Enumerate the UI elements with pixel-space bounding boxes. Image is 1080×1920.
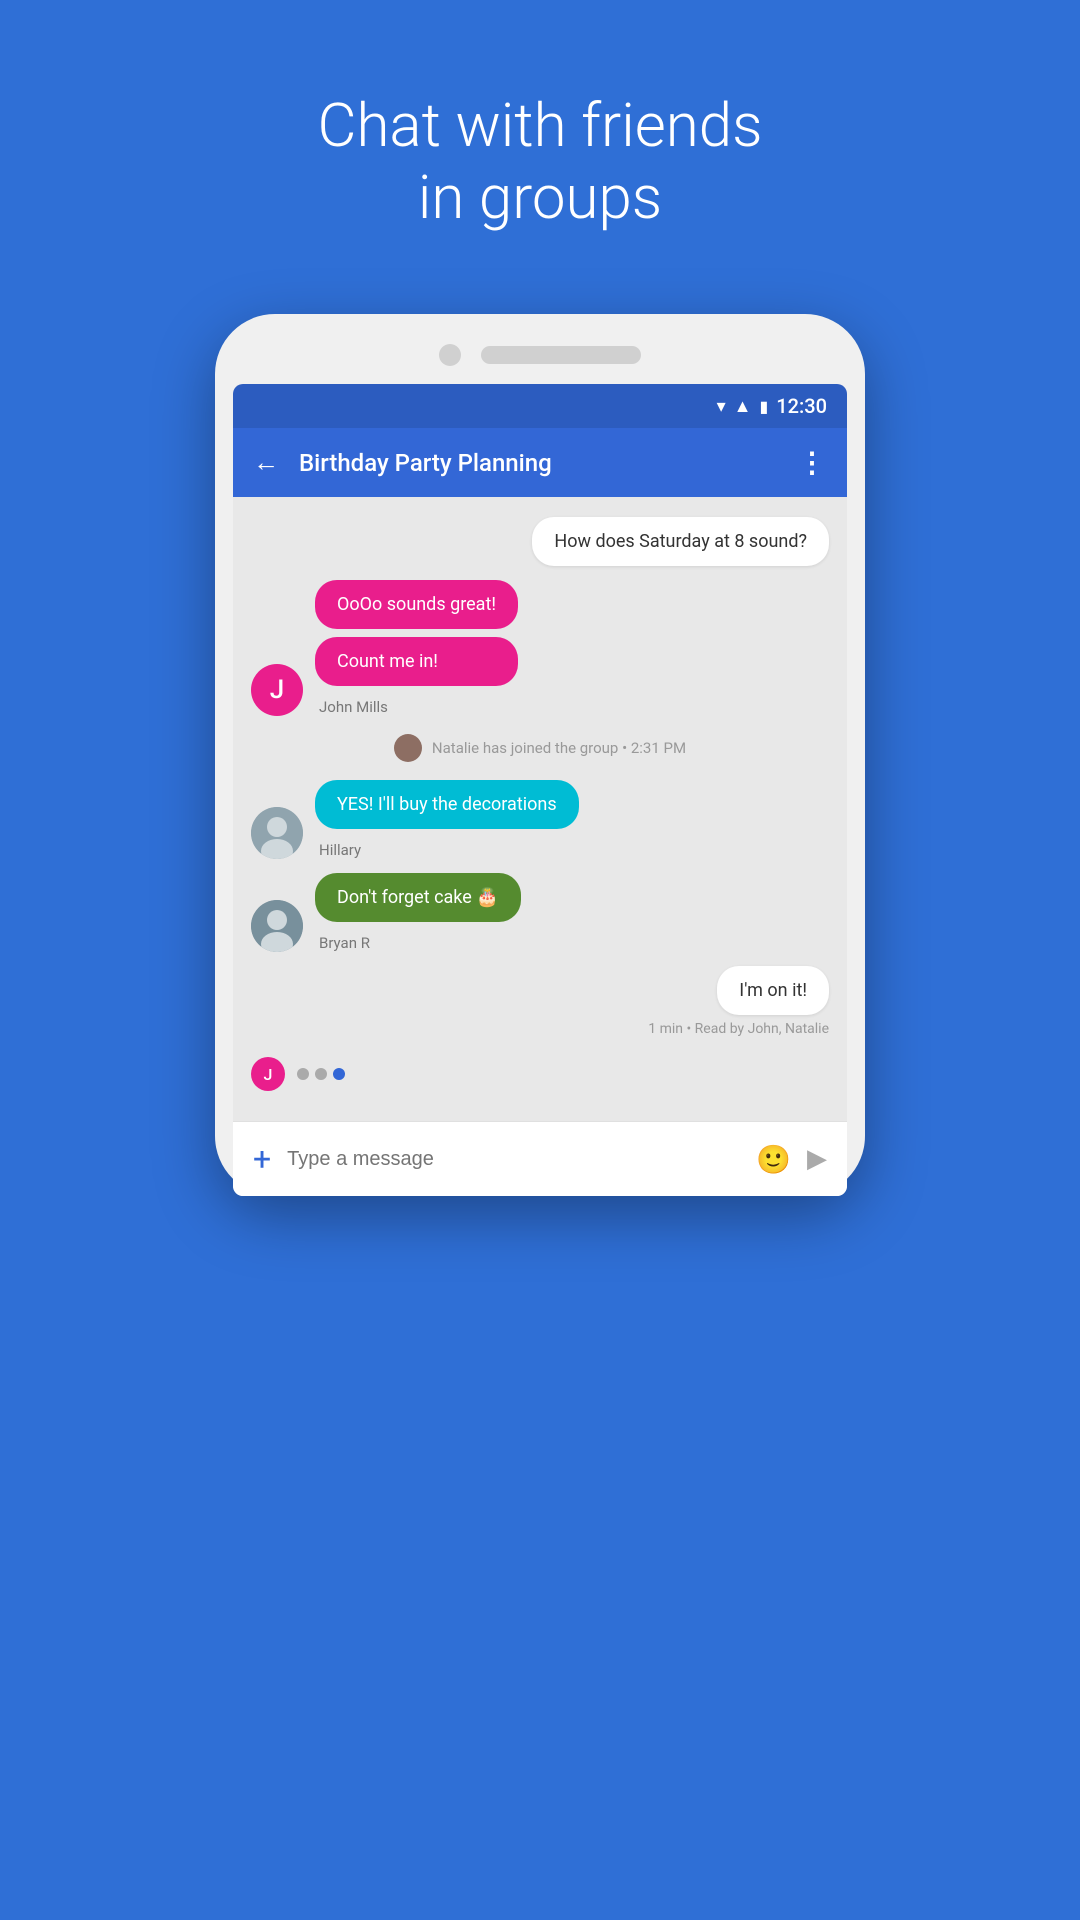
dot-2 bbox=[315, 1068, 327, 1080]
input-bar: + 🙂 ▶ bbox=[233, 1121, 847, 1196]
send-button[interactable]: ▶ bbox=[807, 1144, 827, 1174]
hero-line2: in groups bbox=[318, 162, 763, 234]
phone-screen: ▾ ▲ ▮ 12:30 ← Birthday Party Planning ⋮ … bbox=[233, 384, 847, 1196]
hero-line1: Chat with friends bbox=[318, 90, 763, 162]
status-icons: ▾ ▲ ▮ 12:30 bbox=[717, 394, 827, 418]
message-input[interactable] bbox=[287, 1148, 740, 1171]
phone-mockup: ▾ ▲ ▮ 12:30 ← Birthday Party Planning ⋮ … bbox=[215, 314, 865, 1196]
status-bar: ▾ ▲ ▮ 12:30 bbox=[233, 384, 847, 428]
hero-text: Chat with friends in groups bbox=[318, 90, 763, 234]
bubble-oooo: OoOo sounds great! bbox=[315, 580, 518, 629]
phone-camera bbox=[439, 344, 461, 366]
typing-indicator-row: J bbox=[251, 1051, 829, 1101]
chat-area: How does Saturday at 8 sound? J OoOo sou… bbox=[233, 497, 847, 1121]
hillary-sender-name: Hillary bbox=[315, 841, 579, 859]
bubble-decorations: YES! I'll buy the decorations bbox=[315, 780, 579, 829]
bubble-cake: Don't forget cake 🎂 bbox=[315, 873, 521, 922]
john-messages: OoOo sounds great! Count me in! John Mil… bbox=[315, 580, 518, 716]
avatar-hillary bbox=[251, 807, 303, 859]
emoji-button[interactable]: 🙂 bbox=[756, 1143, 791, 1176]
system-notification: Natalie has joined the group • 2:31 PM bbox=[251, 734, 829, 762]
status-time: 12:30 bbox=[776, 394, 827, 418]
bryan-sender-name: Bryan R bbox=[315, 934, 521, 952]
bryan-messages: Don't forget cake 🎂 Bryan R bbox=[315, 873, 521, 952]
back-button[interactable]: ← bbox=[253, 447, 279, 478]
battery-icon: ▮ bbox=[759, 397, 768, 416]
avatar-bryan bbox=[251, 900, 303, 952]
message-john: J OoOo sounds great! Count me in! John M… bbox=[251, 580, 829, 716]
typing-dots bbox=[297, 1068, 345, 1080]
message-imonit: I'm on it! 1 min • Read by John, Natalie bbox=[251, 966, 829, 1037]
message-hillary: YES! I'll buy the decorations Hillary bbox=[251, 780, 829, 859]
dot-3 bbox=[333, 1068, 345, 1080]
phone-speaker bbox=[481, 346, 641, 364]
john-sender-name: John Mills bbox=[315, 698, 518, 716]
bubble-imonit: I'm on it! bbox=[717, 966, 829, 1015]
bubble-countmein: Count me in! bbox=[315, 637, 518, 686]
signal-icon: ▲ bbox=[734, 396, 752, 417]
typing-avatar: J bbox=[251, 1057, 285, 1091]
read-info: 1 min • Read by John, Natalie bbox=[648, 1021, 829, 1037]
dot-1 bbox=[297, 1068, 309, 1080]
message-outgoing-1: How does Saturday at 8 sound? bbox=[251, 517, 829, 566]
app-bar: ← Birthday Party Planning ⋮ bbox=[233, 428, 847, 497]
avatar-john: J bbox=[251, 664, 303, 716]
wifi-icon: ▾ bbox=[717, 396, 726, 417]
hillary-messages: YES! I'll buy the decorations Hillary bbox=[315, 780, 579, 859]
more-button[interactable]: ⋮ bbox=[798, 446, 827, 479]
bubble-saturday: How does Saturday at 8 sound? bbox=[532, 517, 829, 566]
message-bryan: Don't forget cake 🎂 Bryan R bbox=[251, 873, 829, 952]
add-attachment-button[interactable]: + bbox=[253, 1140, 271, 1178]
natalie-small-avatar bbox=[394, 734, 422, 762]
phone-top-bar bbox=[233, 344, 847, 366]
app-bar-title: Birthday Party Planning bbox=[299, 449, 778, 477]
